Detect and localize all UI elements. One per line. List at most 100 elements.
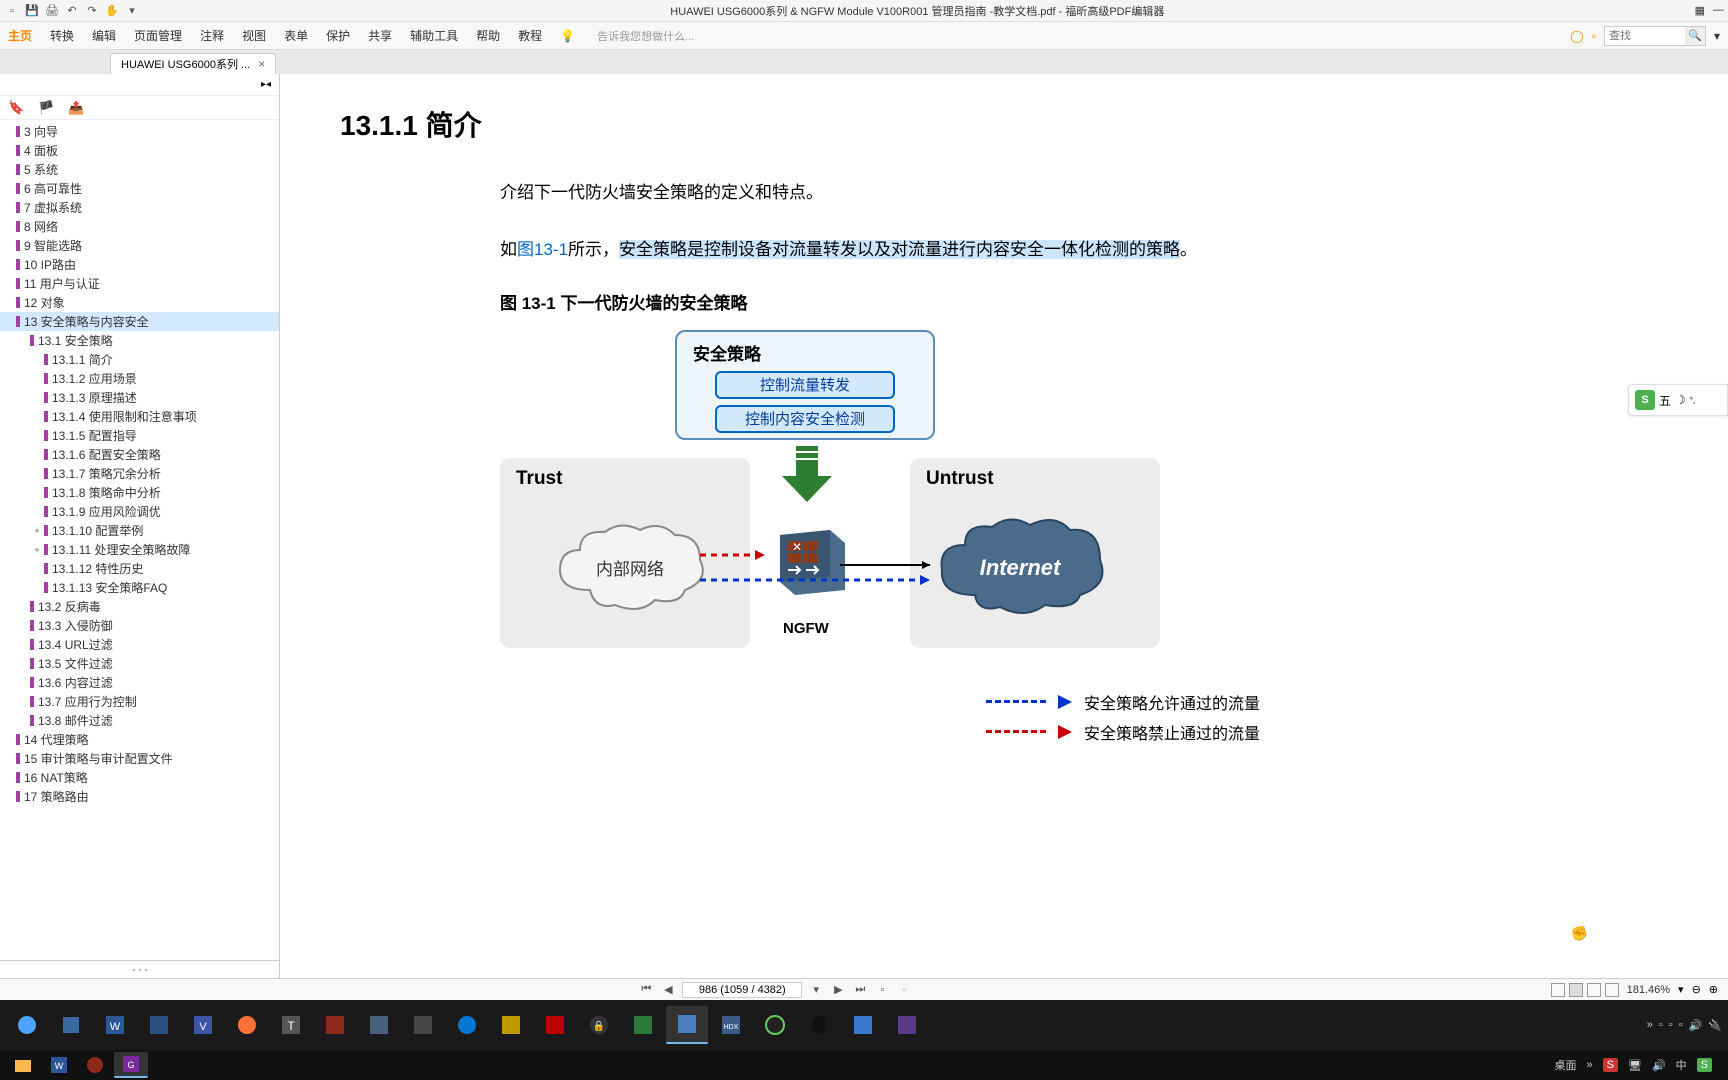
tree-item[interactable]: 13.1.8 策略命中分析 (0, 483, 279, 502)
menu-convert[interactable]: 转换 (50, 27, 74, 44)
taskbar[interactable]: W V T 🔒 HDX » ▫ ▫ ▫ 🔊 🔌 (0, 1000, 1728, 1050)
tree-item[interactable]: 13.1.1 简介 (0, 350, 279, 369)
dropdown-icon[interactable]: ▾ (124, 3, 140, 19)
document-tab[interactable]: HUAWEI USG6000系列 ... × (110, 53, 276, 74)
next-page-button[interactable]: ▶ (830, 982, 846, 998)
tree-item[interactable]: 13.1.7 策略冗余分析 (0, 464, 279, 483)
tree-item[interactable]: 3 向导 (0, 122, 279, 141)
tree-item[interactable]: 5 系统 (0, 160, 279, 179)
tray2-expand-icon[interactable]: » (1587, 1059, 1593, 1071)
tb-text[interactable]: T (270, 1006, 312, 1044)
figure-link[interactable]: 图13-1 (517, 240, 568, 259)
outline-tree[interactable]: 3 向导4 面板5 系统6 高可靠性7 虚拟系统8 网络9 智能选路10 IP路… (0, 120, 279, 960)
redo-icon[interactable]: ↷ (84, 3, 100, 19)
tb-app-8[interactable] (666, 1006, 708, 1044)
bookmark-icon[interactable]: 🔖 (8, 100, 24, 116)
menu-view[interactable]: 视图 (242, 27, 266, 44)
menu-access[interactable]: 辅助工具 (410, 27, 458, 44)
minimize-icon[interactable]: — (1713, 4, 1724, 17)
menu-protect[interactable]: 保护 (326, 27, 350, 44)
tb-app-11[interactable] (886, 1006, 928, 1044)
tree-item[interactable]: 13.4 URL过滤 (0, 635, 279, 654)
tb-visio[interactable]: V (182, 1006, 224, 1044)
tree-item[interactable]: 13.1.4 使用限制和注意事项 (0, 407, 279, 426)
tree-item[interactable]: 13.1.5 配置指导 (0, 426, 279, 445)
export-icon[interactable]: 📤 (68, 100, 84, 116)
search-button[interactable]: 🔍 (1685, 27, 1705, 45)
tb-firefox[interactable] (226, 1006, 268, 1044)
tree-item[interactable]: 9 智能选路 (0, 236, 279, 255)
tray-net-icon[interactable]: 🔌 (1708, 1019, 1722, 1032)
desktop-label[interactable]: 桌面 (1555, 1057, 1577, 1073)
undo-icon[interactable]: ↶ (64, 3, 80, 19)
tray2-s-icon[interactable]: S (1603, 1058, 1618, 1072)
tb-edge[interactable] (446, 1006, 488, 1044)
save-icon[interactable]: 💾 (24, 3, 40, 19)
tb-expand-icon[interactable]: » (1647, 1019, 1653, 1031)
page-dropdown-icon[interactable]: ▾ (808, 982, 824, 998)
tb-app-6[interactable] (534, 1006, 576, 1044)
tb-app-3[interactable] (314, 1006, 356, 1044)
page-input[interactable] (682, 982, 802, 998)
tree-item[interactable]: 14 代理策略 (0, 730, 279, 749)
tray-vol-icon[interactable]: 🔊 (1689, 1019, 1703, 1032)
menu-page[interactable]: 页面管理 (134, 27, 182, 44)
tree-item[interactable]: 6 高可靠性 (0, 179, 279, 198)
tb-app-4[interactable] (358, 1006, 400, 1044)
tray2-monitor-icon[interactable]: 🖥 (1628, 1059, 1642, 1072)
bookmark-remove-icon[interactable]: ▫ (896, 982, 912, 998)
search-dropdown-icon[interactable]: ▾ (1714, 29, 1720, 43)
tb-app-2[interactable] (50, 1006, 92, 1044)
first-page-button[interactable]: ⏮ (638, 982, 654, 998)
print-icon[interactable]: 🖨 (44, 3, 60, 19)
view-continuous-facing-icon[interactable] (1605, 983, 1619, 997)
expand-icon[interactable]: + (32, 545, 42, 555)
tb-calc[interactable] (490, 1006, 532, 1044)
menu-help[interactable]: 帮助 (476, 27, 500, 44)
prev-page-button[interactable]: ◀ (660, 982, 676, 998)
tree-item[interactable]: 13.1 安全策略 (0, 331, 279, 350)
tb-app-1[interactable] (6, 1006, 48, 1044)
search-input[interactable] (1605, 30, 1685, 42)
tb2-folder[interactable] (6, 1052, 40, 1078)
tree-item[interactable]: 13.1.2 应用场景 (0, 369, 279, 388)
tree-item[interactable]: 8 网络 (0, 217, 279, 236)
tb2-word[interactable]: W (42, 1052, 76, 1078)
grid-icon[interactable]: ▦ (1695, 4, 1705, 17)
tree-item[interactable]: 13.2 反病毒 (0, 597, 279, 616)
tree-item[interactable]: 13.1.3 原理描述 (0, 388, 279, 407)
tb-app-10[interactable] (842, 1006, 884, 1044)
tb-app-9[interactable] (754, 1006, 796, 1044)
close-icon[interactable]: × (258, 57, 265, 71)
tree-item[interactable]: 13.6 内容过滤 (0, 673, 279, 692)
document-viewport[interactable]: 13.1.1 简介 介绍下一代防火墙安全策略的定义和特点。 如图13-1所示，安… (280, 74, 1728, 978)
tray-2-icon[interactable]: ▫ (1669, 1019, 1673, 1031)
tray2-ime-icon[interactable]: S (1697, 1058, 1712, 1072)
tree-item[interactable]: 13 安全策略与内容安全 (0, 312, 279, 331)
file-icon[interactable]: ▫ (4, 3, 20, 19)
hand-icon[interactable]: ✋ (104, 3, 120, 19)
menu-tutorial[interactable]: 教程 (518, 27, 542, 44)
tree-item[interactable]: 13.3 入侵防御 (0, 616, 279, 635)
tb-app-5[interactable] (402, 1006, 444, 1044)
menu-share[interactable]: 共享 (368, 27, 392, 44)
tree-item[interactable]: 13.1.13 安全策略FAQ (0, 578, 279, 597)
bookmark-add-icon[interactable]: ▫ (874, 982, 890, 998)
tb-vm[interactable] (138, 1006, 180, 1044)
tb-hdx[interactable]: HDX (710, 1006, 752, 1044)
tb-lock[interactable]: 🔒 (578, 1006, 620, 1044)
tree-item[interactable]: +13.1.10 配置举例 (0, 521, 279, 540)
tree-item[interactable]: 13.1.12 特性历史 (0, 559, 279, 578)
tree-item[interactable]: +13.1.11 处理安全策略故障 (0, 540, 279, 559)
tb-word-1[interactable]: W (94, 1006, 136, 1044)
tray2-vol-icon[interactable]: 🔊 (1652, 1059, 1666, 1072)
menu-form[interactable]: 表单 (284, 27, 308, 44)
tree-item[interactable]: 12 对象 (0, 293, 279, 312)
tree-item[interactable]: 7 虚拟系统 (0, 198, 279, 217)
tree-item[interactable]: 13.1.6 配置安全策略 (0, 445, 279, 464)
sync-icon[interactable]: ◯ (1570, 29, 1583, 43)
tree-item[interactable]: 10 IP路由 (0, 255, 279, 274)
tree-item[interactable]: 11 用户与认证 (0, 274, 279, 293)
tree-item[interactable]: 13.5 文件过滤 (0, 654, 279, 673)
tree-item[interactable]: 16 NAT策略 (0, 768, 279, 787)
